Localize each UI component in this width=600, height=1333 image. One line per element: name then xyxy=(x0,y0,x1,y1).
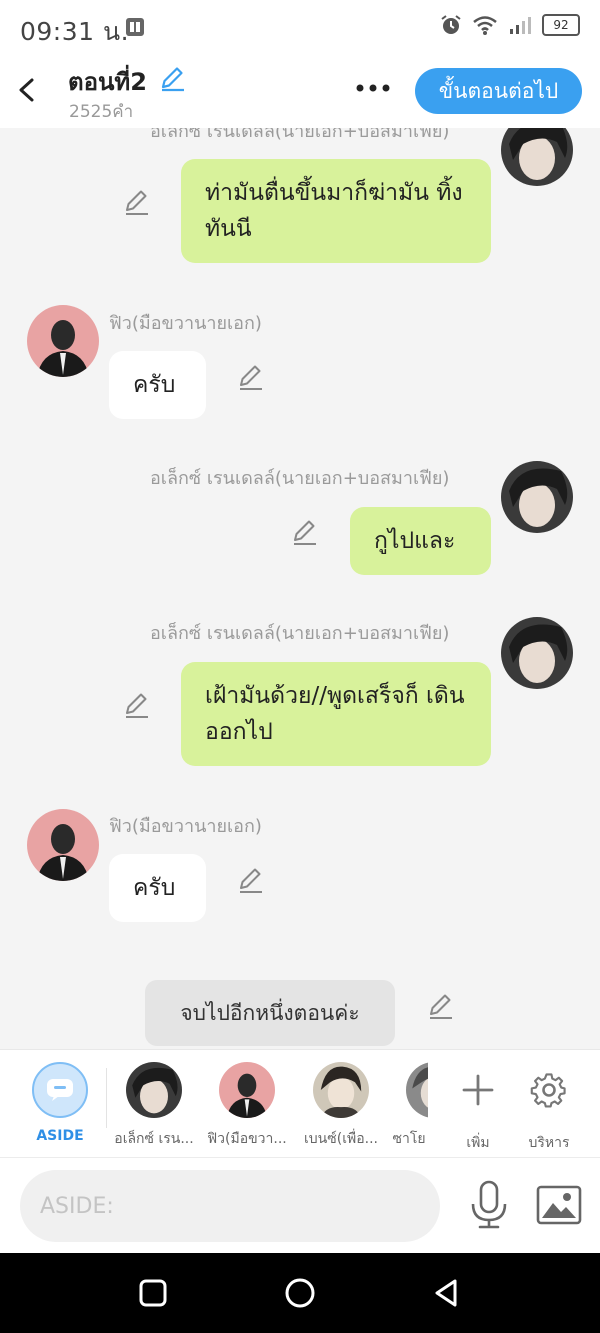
avatar-few[interactable] xyxy=(27,809,99,881)
message-bubble-left[interactable]: ครับ xyxy=(109,351,206,419)
system-nav-bar xyxy=(0,1253,600,1333)
app-notification-icon xyxy=(126,18,144,36)
chat-area[interactable]: อเล็กซ์ เรนเดลล์(นายเอก+บอสมาเฟีย) ท่ามั… xyxy=(0,128,600,1049)
speaker-name: ฟิว(มือขวานายเอก) xyxy=(109,313,262,334)
character-bar: ASIDE อเล็กซ์ เรน... ฟิว(มือขวา... เบนซ์… xyxy=(0,1049,600,1158)
character-benz[interactable]: เบนซ์(เพื่อ... xyxy=(296,1062,386,1150)
message-bubble-right[interactable]: กูไปและ xyxy=(350,507,491,575)
word-count: 2525คำ xyxy=(69,102,134,122)
avatar-alex[interactable] xyxy=(501,617,573,689)
home-icon[interactable] xyxy=(280,1273,320,1313)
avatar-few-image xyxy=(27,305,99,377)
aside-label: ASIDE xyxy=(36,1128,84,1144)
message-input[interactable] xyxy=(20,1170,440,1242)
edit-message-icon[interactable] xyxy=(237,866,265,894)
speaker-name: อเล็กซ์ เรนเดลล์(นายเอก+บอสมาเฟีย) xyxy=(150,468,450,489)
character-few[interactable]: ฟิว(มือขวา... xyxy=(202,1062,292,1150)
divider xyxy=(106,1068,107,1128)
character-sayo[interactable]: ซาโย xyxy=(390,1062,428,1150)
avatar-few xyxy=(219,1062,275,1118)
speaker-name: ฟิว(มือขวานายเอก) xyxy=(109,816,262,837)
avatar-few-image xyxy=(27,809,99,881)
character-alex[interactable]: อเล็กซ์ เรน... xyxy=(110,1062,198,1150)
signal-icon xyxy=(510,17,531,34)
more-options-icon[interactable] xyxy=(354,76,394,100)
avatar-alex-image xyxy=(501,128,573,186)
plus-icon xyxy=(462,1074,494,1106)
edit-title-icon[interactable] xyxy=(158,64,186,92)
system-message[interactable]: จบไปอีกหนึ่งตอนค่ะ xyxy=(145,980,395,1046)
avatar-sayo xyxy=(406,1062,428,1118)
edit-message-icon[interactable] xyxy=(123,188,151,216)
edit-message-icon[interactable] xyxy=(123,691,151,719)
avatar-few[interactable] xyxy=(27,305,99,377)
avatar-alex-image xyxy=(501,617,573,689)
status-time: 09:31 น. xyxy=(20,17,130,46)
input-bar xyxy=(0,1157,600,1254)
back-nav-icon[interactable] xyxy=(427,1273,467,1313)
character-label: ฟิว(มือขวา... xyxy=(207,1131,287,1147)
avatar-alex[interactable] xyxy=(501,128,573,186)
message-bubble-left[interactable]: ครับ xyxy=(109,854,206,922)
manage-label: บริหาร xyxy=(528,1135,570,1151)
aside-icon xyxy=(32,1062,88,1118)
edit-message-icon[interactable] xyxy=(237,363,265,391)
avatar-alex[interactable] xyxy=(501,461,573,533)
battery-indicator: 92 xyxy=(542,14,580,36)
character-label: ซาโย xyxy=(392,1131,426,1147)
edit-message-icon[interactable] xyxy=(427,992,455,1020)
header: ตอนที่2 2525คำ ขั้นตอนต่อไป xyxy=(0,56,600,128)
alarm-icon xyxy=(441,15,461,34)
status-bar: 09:31 น. 92 xyxy=(0,0,600,56)
message-bubble-right[interactable]: เฝ้ามันด้วย//พูดเสร็จก็ เดินออกไป xyxy=(181,662,491,766)
message-bubble-right[interactable]: ท่ามันตื่นขึ้นมาก็ฆ่ามัน ทิ้งทันนี xyxy=(181,159,491,263)
next-step-button[interactable]: ขั้นตอนต่อไป xyxy=(415,68,582,114)
manage-button[interactable]: บริหาร xyxy=(523,1062,575,1154)
wifi-icon xyxy=(473,16,497,35)
recent-apps-icon[interactable] xyxy=(133,1273,173,1313)
edit-message-icon[interactable] xyxy=(291,518,319,546)
speaker-name: อเล็กซ์ เรนเดลล์(นายเอก+บอสมาเฟีย) xyxy=(150,128,450,142)
page-title: ตอนที่2 xyxy=(68,68,147,96)
character-label: อเล็กซ์ เรน... xyxy=(114,1131,194,1147)
status-icons: 92 xyxy=(440,14,580,36)
avatar-benz xyxy=(313,1062,369,1118)
speaker-name: อเล็กซ์ เรนเดลล์(นายเอก+บอสมาเฟีย) xyxy=(150,623,450,644)
add-label: เพิ่ม xyxy=(466,1135,490,1151)
microphone-icon[interactable] xyxy=(468,1180,510,1230)
add-character-button[interactable]: เพิ่ม xyxy=(456,1062,500,1154)
avatar-alex xyxy=(126,1062,182,1118)
avatar-alex-image xyxy=(501,461,573,533)
image-icon[interactable] xyxy=(536,1184,582,1226)
character-aside[interactable]: ASIDE xyxy=(20,1062,100,1144)
gear-icon xyxy=(530,1073,566,1108)
back-arrow-icon[interactable] xyxy=(12,72,44,108)
character-label: เบนซ์(เพื่อ... xyxy=(304,1131,378,1147)
